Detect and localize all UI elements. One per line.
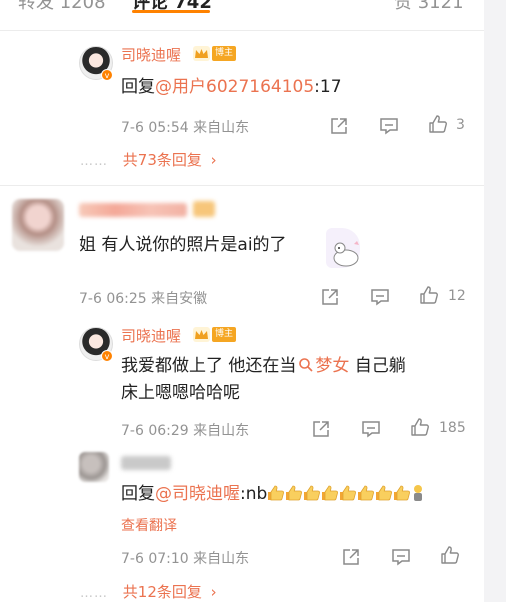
tab-divider [0,30,484,31]
thumbs-up-emoji-row [267,484,425,504]
chevron-right-icon: › [210,583,217,601]
text-suffix: 自己躺 [349,356,406,376]
username[interactable] [121,456,171,470]
thumbs-up-emoji [322,485,339,501]
sticker-emoji [333,241,359,267]
comment-text-line1: 我爱都做上了 他还在当 梦女 自己躺 [121,353,406,379]
avatar[interactable] [12,199,64,251]
comment-text: 回复@司晓迪喔:nb [121,481,425,507]
timestamp-location: 7-6 05:54 来自山东 [121,120,250,136]
crown-icon [193,327,210,342]
like-count: 12 [448,288,466,304]
thumbs-up-emoji [394,485,411,501]
thumbs-up-emoji [376,485,393,501]
view-more-replies[interactable]: …… 共12条回复 › [80,581,217,602]
comment-divider [0,185,484,186]
translate-link[interactable]: 查看翻译 [121,515,177,535]
view-more-replies[interactable]: …… 共73条回复 › [80,149,217,170]
more-replies-label: 共12条回复 [122,583,202,601]
blogger-badge: 博主 [212,327,237,342]
reply-prefix: 回复 [121,484,155,504]
share-icon[interactable] [320,287,340,307]
timestamp-location: 7-6 07:10 来自山东 [121,551,250,567]
reply-suffix: :nb [240,484,268,504]
thumbs-up-emoji [268,485,285,501]
like-count: 3 [456,117,465,133]
comment-text: 回复@用户6027164105:17 [121,74,342,100]
tab-like[interactable]: 赞 3121 [394,0,464,14]
reply-suffix: :17 [314,77,342,97]
verified-badge-icon: v [101,69,113,81]
share-icon[interactable] [311,419,331,439]
verified-badge-icon: v [101,350,113,362]
tab-bar: 转发 1208 评论 742 赞 3121 [0,0,484,28]
timestamp-location: 7-6 06:25 来自安徽 [79,291,208,307]
more-dots: …… [80,154,108,169]
more-replies-label: 共73条回复 [122,151,202,169]
user-badge [193,201,215,217]
share-icon[interactable] [341,547,361,567]
username[interactable]: 司晓迪喔 [121,44,181,65]
comment-text: 姐 有人说你的照片是ai的了 [79,235,287,255]
like-icon[interactable] [440,545,460,565]
thumbs-up-emoji [340,485,357,501]
person-emoji [414,485,423,501]
active-tab-indicator [132,10,210,13]
like-icon[interactable] [419,285,439,305]
magnifier-icon [299,358,313,372]
thumbs-up-emoji [304,485,321,501]
thumbs-up-emoji [286,485,303,501]
text-prefix: 我爱都做上了 他还在当 [121,356,297,376]
chevron-right-icon: › [210,151,217,169]
comment-icon[interactable] [391,547,411,567]
share-icon[interactable] [329,116,349,136]
scroll-gutter [484,0,506,602]
more-dots: …… [80,586,108,601]
blogger-badge: 博主 [212,46,237,61]
tab-repost[interactable]: 转发 1208 [18,0,106,14]
crown-icon [193,46,210,61]
like-icon[interactable] [428,114,448,134]
username[interactable] [79,203,187,217]
comment-icon[interactable] [361,419,381,439]
comment-icon[interactable] [370,287,390,307]
topic-link[interactable]: 梦女 [315,356,349,376]
username[interactable]: 司晓迪喔 [121,325,181,346]
comment-icon[interactable] [379,116,399,136]
comment-text-line2: 床上嗯嗯哈哈呢 [121,383,240,403]
mention-link[interactable]: @用户6027164105 [155,77,314,97]
thumbs-up-emoji [358,485,375,501]
like-icon[interactable] [410,417,430,437]
timestamp-location: 7-6 06:29 来自山东 [121,423,250,439]
mention-link[interactable]: @司晓迪喔 [155,484,240,504]
reply-prefix: 回复 [121,77,155,97]
avatar[interactable] [79,452,109,482]
like-count: 185 [439,420,466,436]
